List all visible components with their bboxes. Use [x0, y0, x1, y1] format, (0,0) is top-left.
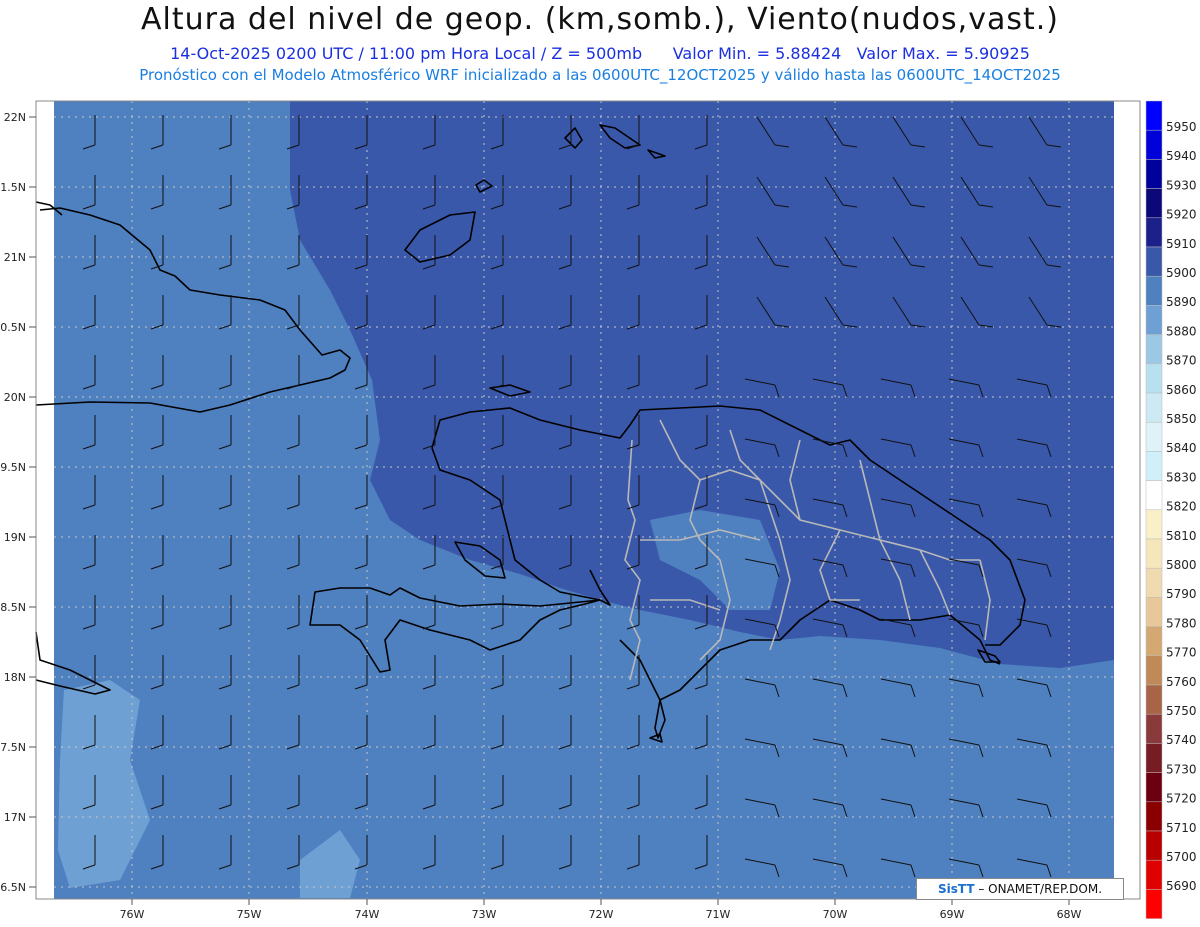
- colorbar-level-label: 5820: [1166, 500, 1197, 514]
- colorbar-level-label: 5800: [1166, 558, 1197, 572]
- subtitle-line-1: 14-Oct-2025 0200 UTC / 11:00 pm Hora Loc…: [0, 44, 1200, 63]
- min-value: Valor Min. = 5.88424: [672, 44, 842, 63]
- longitude-labels: 76W 75W 74W 73W 72W 71W 70W 69W 68W: [120, 908, 1082, 921]
- colorbar-swatch: [1145, 772, 1163, 803]
- lat-label: 18N: [4, 671, 26, 684]
- colorbar-swatch: [1145, 684, 1163, 715]
- colorbar-swatch: [1145, 567, 1163, 598]
- colorbar-swatch: [1145, 305, 1163, 335]
- colorbar-swatch: [1145, 538, 1163, 569]
- colorbar-level-label: 5910: [1166, 237, 1197, 251]
- lon-label: 68W: [1057, 908, 1082, 921]
- colorbar-level-label: 5860: [1166, 383, 1197, 397]
- lon-label: 76W: [120, 908, 145, 921]
- map-figure: 22N 1.5N 21N 0.5N 20N 9.5N 19N 8.5N 18N …: [0, 100, 1197, 921]
- colorbar-level-label: 5760: [1166, 675, 1197, 689]
- colorbar-swatch: [1145, 188, 1163, 219]
- colorbar-level-label: 5940: [1166, 149, 1197, 163]
- colorbar-level-label: 5840: [1166, 441, 1197, 455]
- colorbar-swatch: [1145, 275, 1163, 306]
- colorbar-level-label: 5750: [1166, 704, 1197, 718]
- colorbar-swatch: [1145, 246, 1163, 277]
- colorbar-swatch: [1145, 830, 1163, 861]
- colorbar-swatch: [1145, 597, 1163, 627]
- colorbar-swatch: [1145, 509, 1163, 540]
- lon-label: 74W: [355, 908, 380, 921]
- colorbar-swatch: [1145, 451, 1163, 481]
- colorbar-level-label: 5890: [1166, 295, 1197, 309]
- colorbar-swatch: [1145, 743, 1163, 773]
- lat-label: 6.5N: [0, 881, 26, 894]
- colorbar-level-label: 5700: [1166, 850, 1197, 864]
- latitude-labels: 22N 1.5N 21N 0.5N 20N 9.5N 19N 8.5N 18N …: [0, 111, 26, 894]
- colorbar-level-label: 5720: [1166, 792, 1197, 806]
- colorbar-level-label: 5740: [1166, 733, 1197, 747]
- colorbar-swatch: [1145, 100, 1163, 131]
- sispi-logo: SisTT: [937, 882, 975, 896]
- colorbar-swatch: [1145, 363, 1163, 394]
- colorbar-level-label: 5830: [1166, 470, 1197, 484]
- colorbar-swatch: [1145, 801, 1163, 832]
- lat-label: 17N: [4, 811, 26, 824]
- colorbar-level-label: 5850: [1166, 412, 1197, 426]
- colorbar-level-label: 5870: [1166, 354, 1197, 368]
- colorbar-level-label: 5710: [1166, 821, 1197, 835]
- colorbar-swatch: [1145, 655, 1163, 686]
- lon-label: 71W: [706, 908, 731, 921]
- colorbar-level-label: 5690: [1166, 879, 1197, 893]
- colorbar-level-label: 5920: [1166, 208, 1197, 222]
- colorbar-level-label: 5880: [1166, 324, 1197, 338]
- forecast-datetime: 14-Oct-2025 0200 UTC / 11:00 pm Hora Loc…: [170, 44, 643, 63]
- colorbar-level-label: 5730: [1166, 762, 1197, 776]
- max-value: Valor Max. = 5.90925: [856, 44, 1030, 63]
- colorbar-swatch: [1145, 334, 1163, 365]
- lon-label: 72W: [589, 908, 614, 921]
- colorbar-level-label: 5770: [1166, 646, 1197, 660]
- colorbar: 5950 5940 5930 5920 5910 5900 5890 5880 5870 5860…: [1145, 100, 1197, 919]
- colorbar-swatch: [1145, 129, 1163, 160]
- lon-label: 73W: [472, 908, 497, 921]
- lat-label: 19N: [4, 531, 26, 544]
- colorbar-level-label: 5900: [1166, 266, 1197, 280]
- colorbar-swatch: [1145, 159, 1163, 189]
- colorbar-level-label: 5930: [1166, 178, 1197, 192]
- colorbar-swatch: [1145, 421, 1163, 452]
- lat-ticks: [29, 116, 36, 888]
- map-title: Altura del nivel de geop. (km,somb.), Vi…: [141, 2, 1059, 37]
- colorbar-swatch: [1145, 859, 1163, 890]
- lat-label: 8.5N: [0, 601, 26, 614]
- lat-label: 20N: [4, 391, 26, 404]
- lat-label: 0.5N: [0, 321, 26, 334]
- colorbar-swatch: [1145, 392, 1163, 423]
- lat-label: 1.5N: [0, 181, 26, 194]
- colorbar-level-label: 5780: [1166, 616, 1197, 630]
- lat-label: 21N: [4, 251, 26, 264]
- colorbar-level-label: 5810: [1166, 529, 1197, 543]
- subtitle-line-2: Pronóstico con el Modelo Atmosférico WRF…: [139, 66, 1061, 84]
- credit-box: SisTT – ONAMET/REP.DOM.: [916, 878, 1124, 900]
- colorbar-swatch: [1145, 217, 1163, 248]
- lon-label: 69W: [940, 908, 965, 921]
- lon-label: 75W: [237, 908, 262, 921]
- credit-text: – ONAMET/REP.DOM.: [978, 882, 1103, 896]
- colorbar-swatch: [1145, 889, 1163, 919]
- colorbar-swatch: [1145, 480, 1163, 511]
- colorbar-level-label: 5950: [1166, 120, 1197, 134]
- colorbar-level-label: 5790: [1166, 587, 1197, 601]
- colorbar-swatch: [1145, 626, 1163, 657]
- lon-label: 70W: [823, 908, 848, 921]
- lat-label: 9.5N: [0, 461, 26, 474]
- colorbar-swatch: [1145, 713, 1163, 744]
- lat-label: 7.5N: [0, 741, 26, 754]
- lat-label: 22N: [4, 111, 26, 124]
